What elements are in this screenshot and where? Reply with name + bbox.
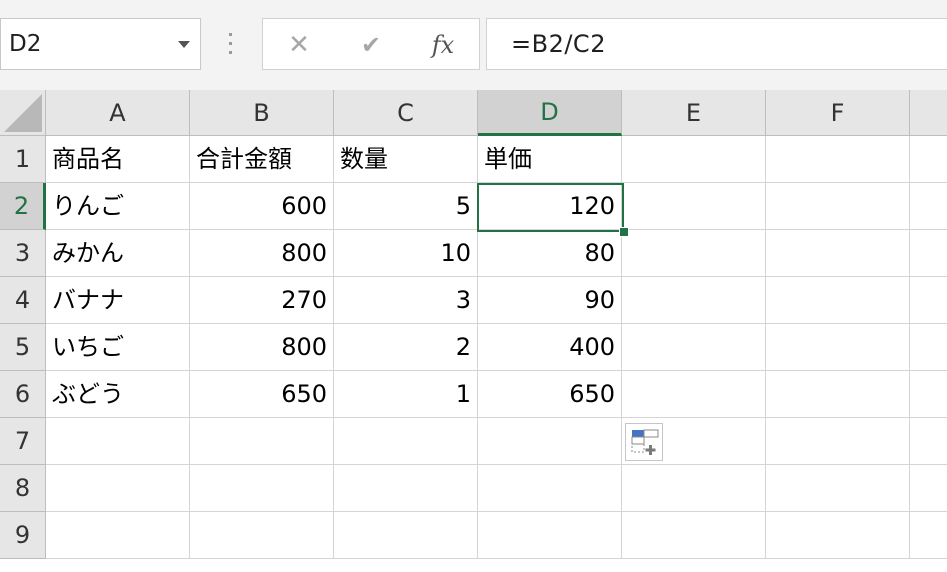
cell-b6[interactable]: 650	[190, 371, 334, 418]
cell-e6[interactable]	[622, 371, 766, 418]
row-header-2[interactable]: 2	[0, 183, 46, 230]
cell-partial[interactable]	[910, 371, 947, 418]
cell-f2[interactable]	[766, 183, 910, 230]
row-header-6[interactable]: 6	[0, 371, 46, 418]
cell-partial[interactable]	[910, 136, 947, 183]
select-all-button[interactable]	[0, 90, 46, 136]
cell-c8[interactable]	[334, 465, 478, 512]
cell-partial[interactable]	[910, 324, 947, 371]
cell-d7[interactable]	[478, 418, 622, 465]
cell-c1[interactable]: 数量	[334, 136, 478, 183]
cell-e8[interactable]	[622, 465, 766, 512]
cell-b5[interactable]: 800	[190, 324, 334, 371]
row-header-8[interactable]: 8	[0, 465, 46, 512]
cell-c6[interactable]: 1	[334, 371, 478, 418]
cell-a2[interactable]: りんご	[46, 183, 190, 230]
cell-f9[interactable]	[766, 512, 910, 559]
cell-c2[interactable]: 5	[334, 183, 478, 230]
cell-d5[interactable]: 400	[478, 324, 622, 371]
cell-a4[interactable]: バナナ	[46, 277, 190, 324]
name-box-dropdown-icon[interactable]	[178, 41, 190, 48]
name-box-value[interactable]: D2	[9, 31, 41, 57]
spreadsheet-grid[interactable]: A B C D E F 1 商品名 合計金額 数量 単価 2 りんご 600 5 120 3 みかん 800 10 80…	[0, 90, 947, 572]
row-header-4[interactable]: 4	[0, 277, 46, 324]
cell-b9[interactable]	[190, 512, 334, 559]
cell-f5[interactable]	[766, 324, 910, 371]
row-header-7[interactable]: 7	[0, 418, 46, 465]
cell-f4[interactable]	[766, 277, 910, 324]
cell-b1[interactable]: 合計金額	[190, 136, 334, 183]
column-header-e[interactable]: E	[622, 90, 766, 136]
cell-d9[interactable]	[478, 512, 622, 559]
cell-a9[interactable]	[46, 512, 190, 559]
cell-f7[interactable]	[766, 418, 910, 465]
formula-buttons: ✕ ✔ fx	[262, 18, 480, 70]
cell-f1[interactable]	[766, 136, 910, 183]
drag-handle-icon[interactable]	[228, 33, 233, 55]
cell-b7[interactable]	[190, 418, 334, 465]
cell-partial[interactable]	[910, 512, 947, 559]
insert-function-icon[interactable]: fx	[423, 29, 463, 61]
cell-b3[interactable]: 800	[190, 230, 334, 277]
name-box[interactable]: D2	[0, 18, 201, 70]
row-header-1[interactable]: 1	[0, 136, 46, 183]
cell-d6[interactable]: 650	[478, 371, 622, 418]
cell-c3[interactable]: 10	[334, 230, 478, 277]
cell-e9[interactable]	[622, 512, 766, 559]
cell-a1[interactable]: 商品名	[46, 136, 190, 183]
enter-icon[interactable]: ✔	[351, 29, 391, 61]
cell-b4[interactable]: 270	[190, 277, 334, 324]
select-all-icon	[4, 94, 42, 132]
quick-analysis-button[interactable]	[625, 423, 663, 461]
cell-d2[interactable]: 120	[478, 183, 622, 230]
cell-partial[interactable]	[910, 465, 947, 512]
column-header-f[interactable]: F	[766, 90, 910, 136]
cell-a8[interactable]	[46, 465, 190, 512]
cell-partial[interactable]	[910, 230, 947, 277]
cell-d4[interactable]: 90	[478, 277, 622, 324]
cell-f3[interactable]	[766, 230, 910, 277]
cell-a7[interactable]	[46, 418, 190, 465]
cell-b8[interactable]	[190, 465, 334, 512]
column-header-partial[interactable]	[910, 90, 947, 136]
fill-handle[interactable]	[619, 227, 629, 237]
cell-b2[interactable]: 600	[190, 183, 334, 230]
cell-a5[interactable]: いちご	[46, 324, 190, 371]
cell-d1[interactable]: 単価	[478, 136, 622, 183]
cell-e2[interactable]	[622, 183, 766, 230]
formula-toolbar: D2 ✕ ✔ fx =B2/C2	[0, 0, 947, 90]
cell-e5[interactable]	[622, 324, 766, 371]
formula-text[interactable]: =B2/C2	[511, 30, 606, 58]
cell-c9[interactable]	[334, 512, 478, 559]
cancel-icon[interactable]: ✕	[279, 29, 319, 61]
cell-d3[interactable]: 80	[478, 230, 622, 277]
column-header-a[interactable]: A	[46, 90, 190, 136]
cell-partial[interactable]	[910, 418, 947, 465]
cell-partial[interactable]	[910, 277, 947, 324]
quick-analysis-icon	[631, 429, 659, 455]
cell-f8[interactable]	[766, 465, 910, 512]
cell-c7[interactable]	[334, 418, 478, 465]
cell-c5[interactable]: 2	[334, 324, 478, 371]
cell-f6[interactable]	[766, 371, 910, 418]
row-header-3[interactable]: 3	[0, 230, 46, 277]
cell-e4[interactable]	[622, 277, 766, 324]
column-header-b[interactable]: B	[190, 90, 334, 136]
column-header-d[interactable]: D	[478, 90, 622, 136]
cell-e3[interactable]	[622, 230, 766, 277]
formula-bar[interactable]: =B2/C2	[486, 18, 947, 70]
cell-a6[interactable]: ぶどう	[46, 371, 190, 418]
row-header-5[interactable]: 5	[0, 324, 46, 371]
cell-partial[interactable]	[910, 183, 947, 230]
cell-d8[interactable]	[478, 465, 622, 512]
row-header-9[interactable]: 9	[0, 512, 46, 559]
cell-e1[interactable]	[622, 136, 766, 183]
column-header-c[interactable]: C	[334, 90, 478, 136]
cell-a3[interactable]: みかん	[46, 230, 190, 277]
cell-c4[interactable]: 3	[334, 277, 478, 324]
